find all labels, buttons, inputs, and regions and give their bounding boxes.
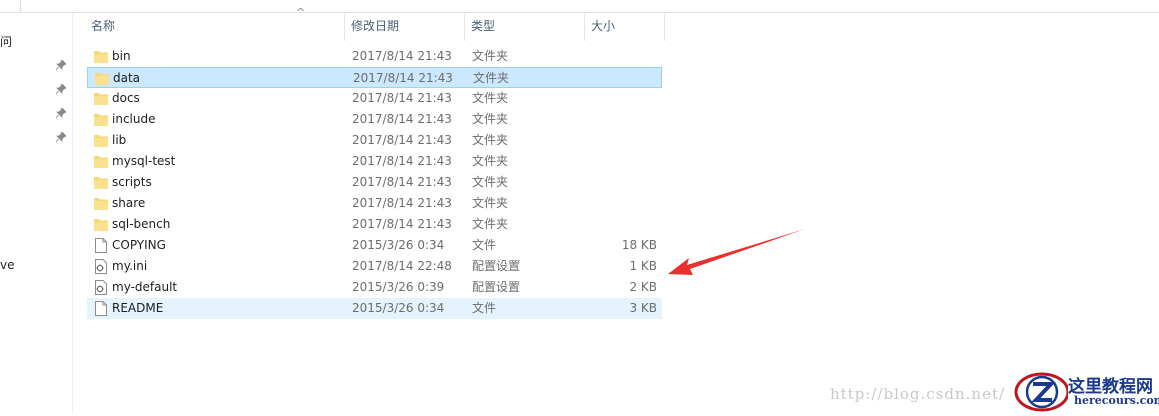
file-type: 文件夹 xyxy=(472,196,509,210)
address-bar-strip xyxy=(0,0,1159,13)
config-file-icon xyxy=(94,280,108,295)
file-row[interactable]: my-default 2015/3/26 0:39 配置设置 2 KB xyxy=(87,277,662,298)
file-date-modified: 2017/8/14 21:43 xyxy=(352,154,452,168)
file-date-modified: 2017/8/14 21:43 xyxy=(352,175,452,189)
file-name: COPYING xyxy=(112,238,166,252)
file-type: 配置设置 xyxy=(472,259,521,273)
nav-item-fragment[interactable]: ve xyxy=(0,258,14,272)
file-icon xyxy=(94,238,108,253)
file-date-modified: 2015/3/26 0:34 xyxy=(352,238,445,252)
back-area[interactable] xyxy=(0,0,21,12)
pin-icon[interactable] xyxy=(56,84,66,94)
file-size: 18 KB xyxy=(621,238,657,252)
file-type: 文件夹 xyxy=(473,71,510,85)
folder-icon xyxy=(94,154,108,169)
file-date-modified: 2017/8/14 21:43 xyxy=(352,112,452,126)
watermark-url: http://blog.csdn.net/ xyxy=(830,385,1006,403)
file-size: 3 KB xyxy=(629,301,657,315)
column-header-label: 类型 xyxy=(471,19,496,33)
folder-icon xyxy=(94,49,108,64)
file-date-modified: 2017/8/14 21:43 xyxy=(352,133,452,147)
file-row[interactable]: lib 2017/8/14 21:43 文件夹 xyxy=(87,130,662,151)
file-row[interactable]: bin 2017/8/14 21:43 文件夹 xyxy=(87,46,662,67)
file-type: 文件夹 xyxy=(472,91,509,105)
file-row[interactable]: include 2017/8/14 21:43 文件夹 xyxy=(87,109,662,130)
logo-domain-text: herecours.com xyxy=(1074,394,1159,407)
file-row[interactable]: share 2017/8/14 21:43 文件夹 xyxy=(87,193,662,214)
file-row[interactable]: docs 2017/8/14 21:43 文件夹 xyxy=(87,88,662,109)
file-type: 文件夹 xyxy=(472,49,509,63)
file-row[interactable]: mysql-test 2017/8/14 21:43 文件夹 xyxy=(87,151,662,172)
file-row[interactable]: my.ini 2017/8/14 22:48 配置设置 1 KB xyxy=(87,256,662,277)
column-header-label: 修改日期 xyxy=(351,19,400,33)
column-header-row: ^ 名称 修改日期 类型 大小 xyxy=(85,6,1159,41)
config-file-icon xyxy=(94,259,108,274)
file-date-modified: 2017/8/14 21:43 xyxy=(352,196,452,210)
column-header-size[interactable]: 大小 xyxy=(585,13,665,41)
file-size: 1 KB xyxy=(629,259,657,273)
folder-icon xyxy=(95,71,109,86)
file-list: bin 2017/8/14 21:43 文件夹 data 2017/8/14 21:43… xyxy=(87,46,662,319)
file-date-modified: 2017/8/14 21:43 xyxy=(352,49,452,63)
file-type: 文件夹 xyxy=(472,154,509,168)
column-header-label: 大小 xyxy=(591,19,616,33)
folder-icon xyxy=(94,133,108,148)
file-name: README xyxy=(112,301,164,315)
logo-z-icon xyxy=(1014,372,1070,412)
file-row[interactable]: scripts 2017/8/14 21:43 文件夹 xyxy=(87,172,662,193)
column-header-name[interactable]: 名称 xyxy=(85,13,345,41)
file-row[interactable]: README 2015/3/26 0:34 文件 3 KB xyxy=(87,298,662,319)
file-icon xyxy=(94,301,108,316)
file-name: lib xyxy=(112,133,127,147)
folder-icon xyxy=(94,112,108,127)
file-row[interactable]: data 2017/8/14 21:43 文件夹 xyxy=(87,67,662,88)
file-name: my-default xyxy=(112,280,178,294)
file-date-modified: 2017/8/14 21:43 xyxy=(352,91,452,105)
file-type: 文件夹 xyxy=(472,133,509,147)
file-name: docs xyxy=(112,91,140,105)
file-type: 配置设置 xyxy=(472,280,521,294)
file-date-modified: 2017/8/14 21:43 xyxy=(353,71,453,85)
pin-icon[interactable] xyxy=(56,60,66,70)
pin-icon[interactable] xyxy=(56,108,66,118)
file-type: 文件夹 xyxy=(472,217,509,231)
folder-icon xyxy=(94,217,108,232)
file-name: include xyxy=(112,112,156,126)
folder-icon xyxy=(94,91,108,106)
file-date-modified: 2017/8/14 21:43 xyxy=(352,217,452,231)
file-type: 文件夹 xyxy=(472,175,509,189)
file-date-modified: 2017/8/14 22:48 xyxy=(352,259,452,273)
file-type: 文件夹 xyxy=(472,112,509,126)
file-row[interactable]: COPYING 2015/3/26 0:34 文件 18 KB xyxy=(87,235,662,256)
file-name: scripts xyxy=(112,175,152,189)
nav-item-fragment[interactable]: 问 xyxy=(0,33,12,50)
pin-icon[interactable] xyxy=(56,132,66,142)
file-name: bin xyxy=(112,49,131,63)
red-arrow-annotation xyxy=(668,229,805,275)
column-header-modified[interactable]: 修改日期 xyxy=(345,13,465,41)
file-name: sql-bench xyxy=(112,217,171,231)
column-header-type[interactable]: 类型 xyxy=(465,13,585,41)
file-name: mysql-test xyxy=(112,154,176,168)
file-date-modified: 2015/3/26 0:39 xyxy=(352,280,445,294)
folder-icon xyxy=(94,196,108,211)
file-name: my.ini xyxy=(112,259,148,273)
file-date-modified: 2015/3/26 0:34 xyxy=(352,301,445,315)
file-name: share xyxy=(112,196,146,210)
column-header-label: 名称 xyxy=(91,19,116,33)
folder-icon xyxy=(94,175,108,190)
file-type: 文件 xyxy=(472,238,497,252)
file-name: data xyxy=(113,71,141,85)
file-row[interactable]: sql-bench 2017/8/14 21:43 文件夹 xyxy=(87,214,662,235)
navigation-pane: 问 ve xyxy=(0,13,73,413)
site-logo: 这里教程网 herecours.com xyxy=(1012,370,1159,413)
file-size: 2 KB xyxy=(629,280,657,294)
file-type: 文件 xyxy=(472,301,497,315)
